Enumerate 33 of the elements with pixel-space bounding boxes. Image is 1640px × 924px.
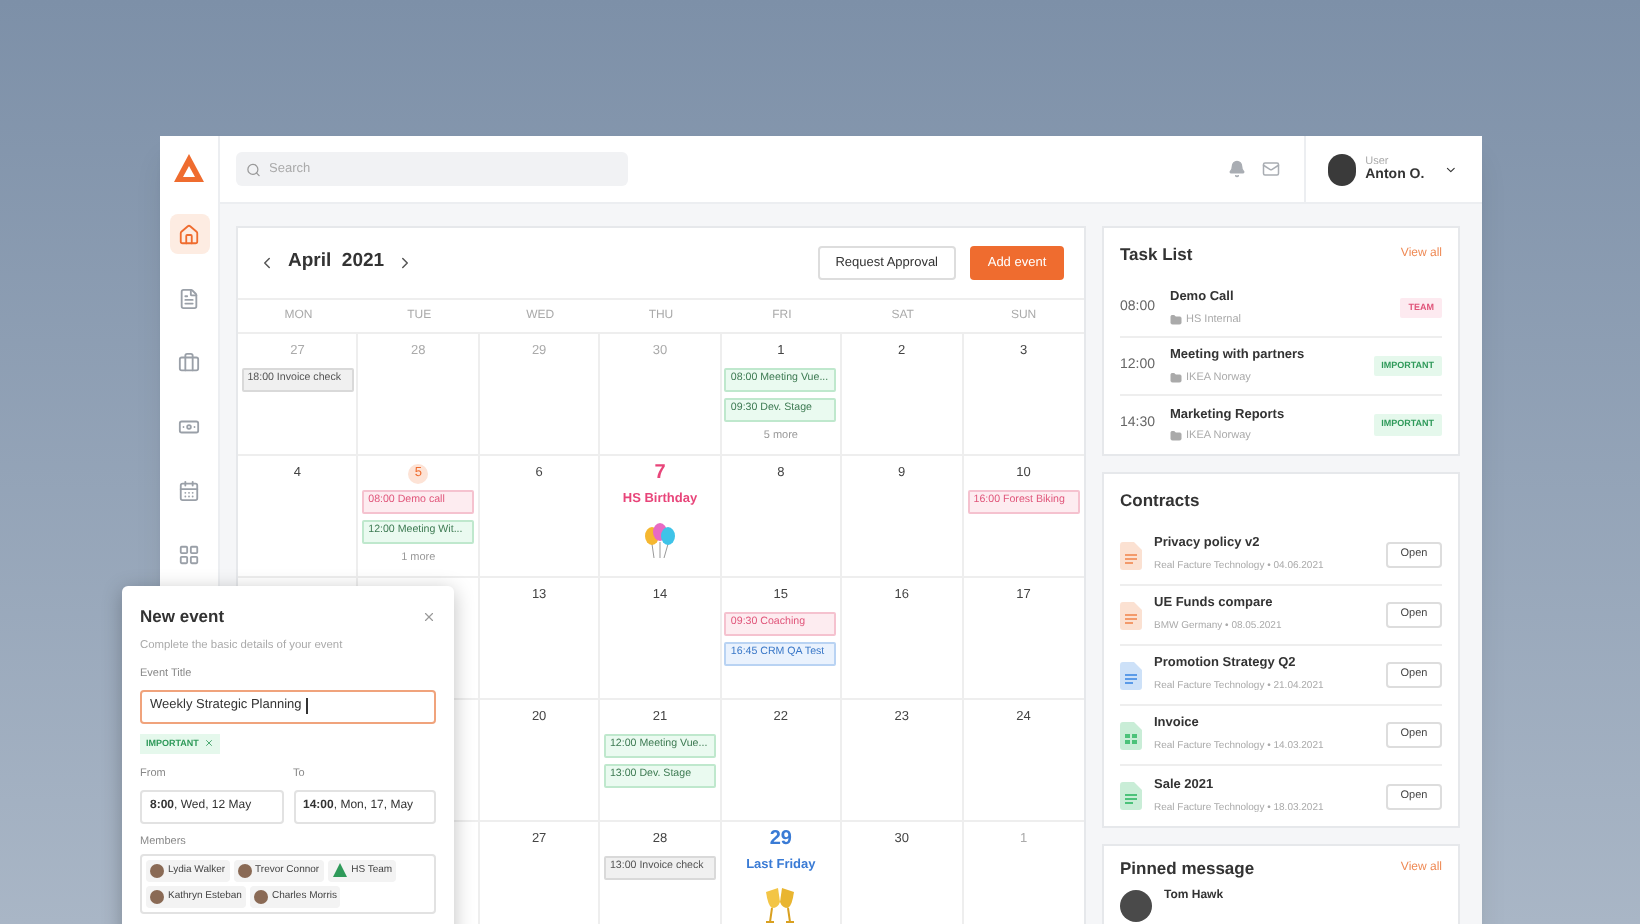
briefcase-icon <box>178 351 200 373</box>
avatar-icon <box>1120 890 1152 922</box>
day-number: 29 <box>769 830 792 850</box>
close-icon[interactable] <box>422 609 436 624</box>
previous-month-icon[interactable] <box>258 254 276 272</box>
banknote-icon <box>178 415 200 437</box>
search-icon <box>246 161 261 177</box>
team-logo-icon <box>331 862 348 879</box>
card-title: Contracts <box>1120 487 1200 513</box>
folder-icon <box>1170 430 1182 443</box>
sidebar-item[interactable] <box>169 214 209 254</box>
folder-icon <box>1170 371 1182 384</box>
bell-icon[interactable] <box>1228 160 1246 178</box>
balloons-drawing <box>639 519 680 560</box>
file-icon <box>1120 661 1142 689</box>
home-icon <box>178 223 200 245</box>
file-icon <box>1120 601 1142 629</box>
month-title: April 2021 <box>288 248 385 277</box>
mail-icon[interactable] <box>1262 160 1280 178</box>
card-title: Pinned message <box>1120 855 1255 881</box>
file-icon <box>1120 782 1142 810</box>
day-number: 7 <box>654 464 666 484</box>
document-icon <box>178 287 200 309</box>
folder-icon <box>1170 313 1182 326</box>
card-title: Task List <box>1120 241 1193 267</box>
champagne-glasses-drawing <box>762 885 799 924</box>
file-icon <box>1120 541 1142 569</box>
calendar-icon <box>178 479 200 501</box>
file-icon <box>1120 721 1142 749</box>
logo-icon[interactable] <box>174 154 204 182</box>
avatar-icon <box>1328 153 1356 185</box>
dialog-title: New event <box>140 604 225 630</box>
grid-icon <box>178 543 200 565</box>
